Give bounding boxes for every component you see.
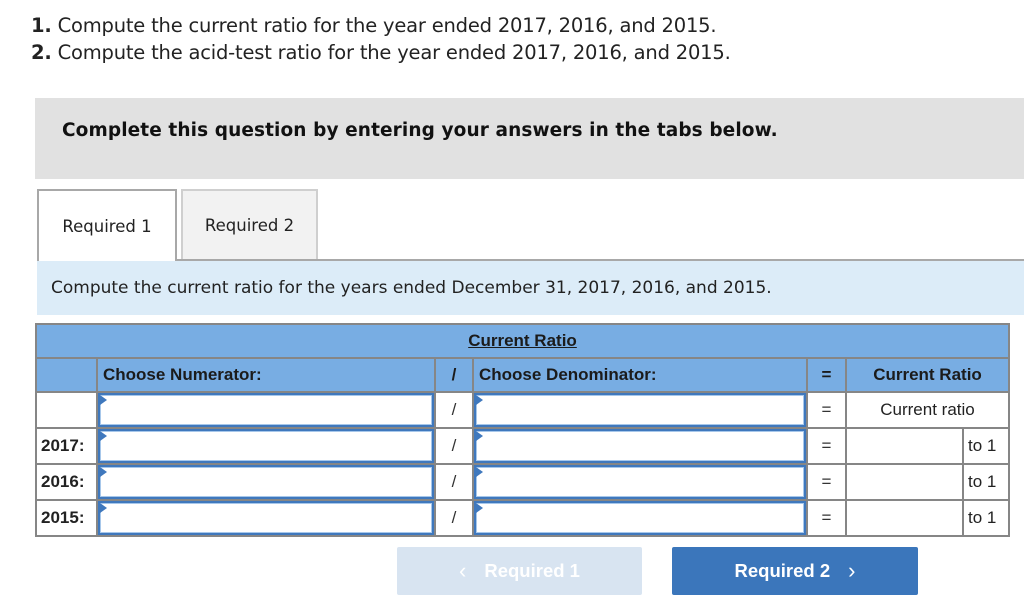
equals-cell: = xyxy=(806,427,847,465)
header-slash: / xyxy=(434,357,474,393)
instruction-text: Complete this question by entering your … xyxy=(62,120,778,141)
denominator-cell xyxy=(472,463,808,501)
to-one-suffix: to 1 xyxy=(962,463,1010,501)
tab-label: Required 2 xyxy=(204,215,295,235)
table-row: 2016: / = to 1 xyxy=(35,463,1010,501)
question-list: 1. Compute the current ratio for the yea… xyxy=(31,12,731,66)
tab-required-2[interactable]: Required 2 xyxy=(181,189,318,259)
equals-cell: = xyxy=(806,391,847,429)
question-text: Compute the acid-test ratio for the year… xyxy=(51,41,731,64)
numerator-cell xyxy=(96,391,436,429)
table-title: Current Ratio xyxy=(468,331,577,350)
table-row: 2015: / = to 1 xyxy=(35,499,1010,537)
slash-cell: / xyxy=(434,463,474,501)
ratio-result-input[interactable] xyxy=(845,499,964,537)
denominator-input[interactable] xyxy=(474,501,806,535)
equals-cell: = xyxy=(806,463,847,501)
instruction-banner: Complete this question by entering your … xyxy=(35,98,1024,179)
next-required-button[interactable]: Required 2 › xyxy=(672,547,918,595)
slash-cell: / xyxy=(434,499,474,537)
formula-result-label: Current ratio xyxy=(845,391,1010,429)
header-row: Choose Numerator: / Choose Denominator: … xyxy=(35,357,1010,393)
year-label: 2016: xyxy=(35,463,98,501)
denominator-input[interactable] xyxy=(474,465,806,499)
chevron-right-icon: › xyxy=(848,558,856,583)
numerator-input[interactable] xyxy=(98,429,434,463)
question-text: Compute the current ratio for the year e… xyxy=(51,14,717,37)
header-year xyxy=(35,357,98,393)
formula-year xyxy=(35,391,98,429)
table-row: 2017: / = to 1 xyxy=(35,427,1010,465)
denominator-cell xyxy=(472,427,808,465)
question-1: 1. Compute the current ratio for the yea… xyxy=(31,12,731,39)
denominator-cell xyxy=(472,499,808,537)
year-label: 2015: xyxy=(35,499,98,537)
question-number: 2. xyxy=(31,41,52,64)
prev-button-label: Required 1 xyxy=(484,560,580,581)
prev-required-button[interactable]: ‹ Required 1 xyxy=(397,547,642,595)
prompt-banner: Compute the current ratio for the years … xyxy=(37,261,1024,315)
numerator-input[interactable] xyxy=(98,501,434,535)
numerator-cell xyxy=(96,427,436,465)
year-label: 2017: xyxy=(35,427,98,465)
numerator-input[interactable] xyxy=(98,465,434,499)
equals-cell: = xyxy=(806,499,847,537)
denominator-cell xyxy=(472,391,808,429)
to-one-suffix: to 1 xyxy=(962,499,1010,537)
ratio-result-input[interactable] xyxy=(845,427,964,465)
chevron-left-icon: ‹ xyxy=(459,558,467,583)
numerator-dropdown[interactable] xyxy=(98,393,434,427)
slash-cell: / xyxy=(434,427,474,465)
question-number: 1. xyxy=(31,14,52,37)
denominator-input[interactable] xyxy=(474,429,806,463)
header-numerator: Choose Numerator: xyxy=(96,357,436,393)
header-equals: = xyxy=(806,357,847,393)
table-title-cell: Current Ratio xyxy=(35,323,1010,359)
question-2: 2. Compute the acid-test ratio for the y… xyxy=(31,39,731,66)
formula-row: / = Current ratio xyxy=(35,391,1010,429)
tab-required-1[interactable]: Required 1 xyxy=(37,189,177,261)
to-one-suffix: to 1 xyxy=(962,427,1010,465)
denominator-dropdown[interactable] xyxy=(474,393,806,427)
prompt-text: Compute the current ratio for the years … xyxy=(51,278,772,298)
numerator-cell xyxy=(96,499,436,537)
current-ratio-table: Current Ratio Choose Numerator: / Choose… xyxy=(35,323,1010,537)
slash-cell: / xyxy=(434,391,474,429)
numerator-cell xyxy=(96,463,436,501)
ratio-result-input[interactable] xyxy=(845,463,964,501)
header-denominator: Choose Denominator: xyxy=(472,357,808,393)
header-result: Current Ratio xyxy=(845,357,1010,393)
tab-label: Required 1 xyxy=(62,216,152,236)
next-button-label: Required 2 xyxy=(734,560,831,581)
